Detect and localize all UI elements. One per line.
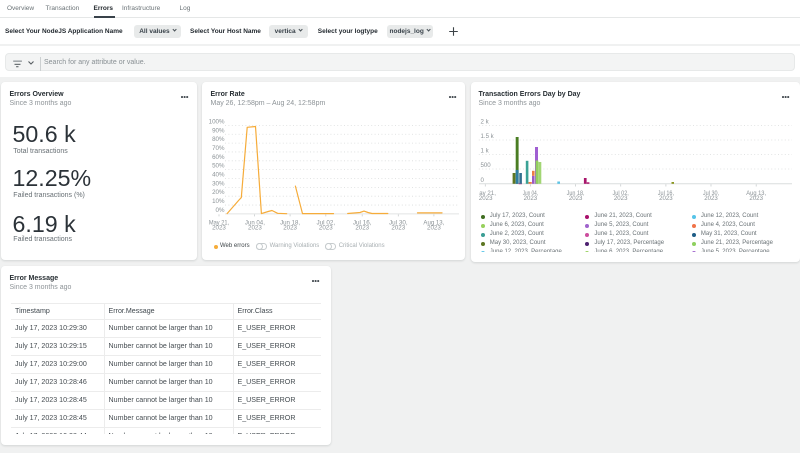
svg-text:30%: 30%	[212, 180, 225, 187]
svg-text:20%: 20%	[212, 189, 225, 196]
svg-text:100%: 100%	[209, 118, 225, 125]
svg-text:500: 500	[480, 162, 491, 169]
svg-text:2023: 2023	[749, 195, 763, 202]
svg-text:90%: 90%	[212, 127, 225, 134]
svg-text:2023: 2023	[283, 225, 297, 232]
svg-text:2023: 2023	[355, 225, 369, 232]
svg-text:2 k: 2 k	[480, 119, 489, 126]
svg-text:2023: 2023	[427, 225, 441, 232]
svg-text:2023: 2023	[613, 195, 627, 202]
svg-text:40%: 40%	[212, 172, 225, 179]
svg-text:2023: 2023	[391, 225, 405, 232]
svg-text:2023: 2023	[478, 195, 492, 202]
svg-text:70%: 70%	[212, 145, 225, 152]
svg-text:2023: 2023	[704, 195, 718, 202]
svg-text:2023: 2023	[248, 225, 262, 232]
svg-text:1 k: 1 k	[480, 148, 489, 155]
svg-text:2023: 2023	[659, 195, 673, 202]
svg-text:2023: 2023	[319, 225, 333, 232]
svg-text:0%: 0%	[216, 207, 225, 214]
svg-text:0: 0	[480, 177, 484, 184]
svg-text:2023: 2023	[568, 195, 582, 202]
svg-text:50%: 50%	[212, 163, 225, 170]
svg-text:10%: 10%	[212, 198, 225, 205]
svg-text:2023: 2023	[523, 195, 537, 202]
svg-text:2023: 2023	[212, 225, 226, 232]
svg-text:1.5 k: 1.5 k	[480, 133, 494, 140]
svg-text:80%: 80%	[212, 136, 225, 143]
svg-text:60%: 60%	[212, 154, 225, 161]
